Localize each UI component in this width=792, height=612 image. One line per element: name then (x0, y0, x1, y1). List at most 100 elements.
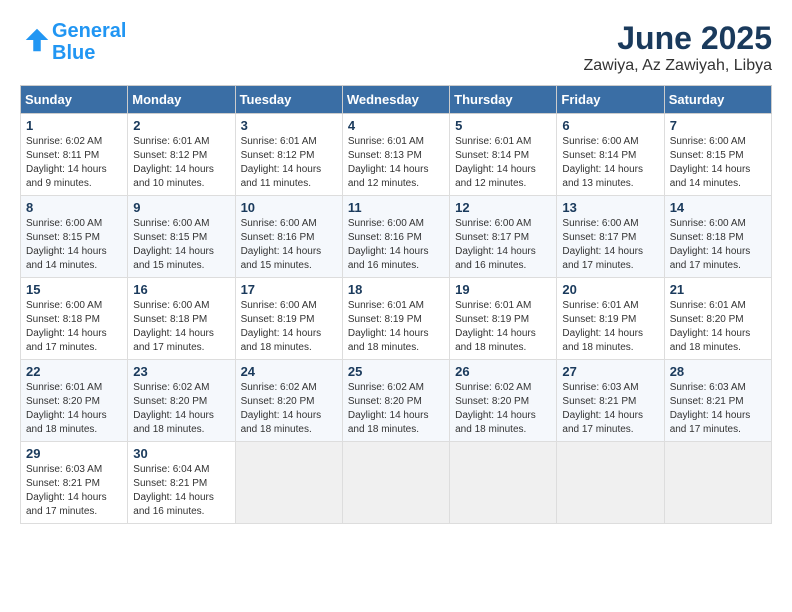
day-header-thursday: Thursday (450, 86, 557, 114)
calendar-cell (235, 442, 342, 524)
day-number: 18 (348, 282, 444, 297)
day-info: Sunrise: 6:01 AM Sunset: 8:14 PM Dayligh… (455, 135, 551, 191)
day-info: Sunrise: 6:00 AM Sunset: 8:15 PM Dayligh… (26, 217, 122, 273)
day-info: Sunrise: 6:02 AM Sunset: 8:20 PM Dayligh… (455, 381, 551, 437)
calendar-cell (450, 442, 557, 524)
calendar-cell: 27 Sunrise: 6:03 AM Sunset: 8:21 PM Dayli… (557, 360, 664, 442)
calendar-cell: 9 Sunrise: 6:00 AM Sunset: 8:15 PM Daylig… (128, 196, 235, 278)
day-number: 16 (133, 282, 229, 297)
calendar-cell: 4 Sunrise: 6:01 AM Sunset: 8:13 PM Daylig… (342, 114, 449, 196)
day-number: 28 (670, 364, 766, 379)
calendar-cell: 16 Sunrise: 6:00 AM Sunset: 8:18 PM Dayli… (128, 278, 235, 360)
day-info: Sunrise: 6:01 AM Sunset: 8:12 PM Dayligh… (241, 135, 337, 191)
day-info: Sunrise: 6:01 AM Sunset: 8:12 PM Dayligh… (133, 135, 229, 191)
day-number: 19 (455, 282, 551, 297)
day-number: 9 (133, 200, 229, 215)
calendar-cell: 25 Sunrise: 6:02 AM Sunset: 8:20 PM Dayli… (342, 360, 449, 442)
day-info: Sunrise: 6:03 AM Sunset: 8:21 PM Dayligh… (562, 381, 658, 437)
calendar-week-3: 15 Sunrise: 6:00 AM Sunset: 8:18 PM Dayli… (21, 278, 772, 360)
day-info: Sunrise: 6:01 AM Sunset: 8:13 PM Dayligh… (348, 135, 444, 191)
calendar-cell (664, 442, 771, 524)
calendar-cell: 19Sunrise: 6:01 AM Sunset: 8:19 PM Dayli… (450, 278, 557, 360)
calendar-cell: 1 Sunrise: 6:02 AM Sunset: 8:11 PM Daylig… (21, 114, 128, 196)
calendar-cell (557, 442, 664, 524)
calendar-cell: 13Sunrise: 6:00 AM Sunset: 8:17 PM Dayli… (557, 196, 664, 278)
day-info: Sunrise: 6:02 AM Sunset: 8:20 PM Dayligh… (241, 381, 337, 437)
day-number: 27 (562, 364, 658, 379)
calendar-week-2: 8 Sunrise: 6:00 AM Sunset: 8:15 PM Daylig… (21, 196, 772, 278)
calendar-cell: 10Sunrise: 6:00 AM Sunset: 8:16 PM Dayli… (235, 196, 342, 278)
day-number: 29 (26, 446, 122, 461)
day-number: 2 (133, 118, 229, 133)
calendar-cell: 21Sunrise: 6:01 AM Sunset: 8:20 PM Dayli… (664, 278, 771, 360)
day-info: Sunrise: 6:00 AM Sunset: 8:18 PM Dayligh… (133, 299, 229, 355)
calendar-cell: 22Sunrise: 6:01 AM Sunset: 8:20 PM Dayli… (21, 360, 128, 442)
calendar-cell: 7 Sunrise: 6:00 AM Sunset: 8:15 PM Daylig… (664, 114, 771, 196)
logo-line1: General (52, 20, 126, 42)
day-header-sunday: Sunday (21, 86, 128, 114)
day-number: 8 (26, 200, 122, 215)
day-number: 13 (562, 200, 658, 215)
logo: General Blue (20, 20, 126, 64)
day-info: Sunrise: 6:00 AM Sunset: 8:16 PM Dayligh… (241, 217, 337, 273)
calendar-cell: 3 Sunrise: 6:01 AM Sunset: 8:12 PM Daylig… (235, 114, 342, 196)
day-info: Sunrise: 6:00 AM Sunset: 8:16 PM Dayligh… (348, 217, 444, 273)
day-number: 22 (26, 364, 122, 379)
day-number: 5 (455, 118, 551, 133)
day-number: 15 (26, 282, 122, 297)
day-info: Sunrise: 6:02 AM Sunset: 8:20 PM Dayligh… (348, 381, 444, 437)
day-number: 1 (26, 118, 122, 133)
calendar-cell: 28 Sunrise: 6:03 AM Sunset: 8:21 PM Dayli… (664, 360, 771, 442)
day-number: 4 (348, 118, 444, 133)
calendar-header-row: SundayMondayTuesdayWednesdayThursdayFrid… (21, 86, 772, 114)
calendar-cell: 24 Sunrise: 6:02 AM Sunset: 8:20 PM Dayli… (235, 360, 342, 442)
calendar-cell: 12Sunrise: 6:00 AM Sunset: 8:17 PM Dayli… (450, 196, 557, 278)
day-number: 20 (562, 282, 658, 297)
day-number: 3 (241, 118, 337, 133)
calendar-week-5: 29 Sunrise: 6:03 AM Sunset: 8:21 PM Dayli… (21, 442, 772, 524)
title-block: June 2025 Zawiya, Az Zawiyah, Libya (583, 20, 772, 75)
day-header-saturday: Saturday (664, 86, 771, 114)
day-number: 23 (133, 364, 229, 379)
day-info: Sunrise: 6:01 AM Sunset: 8:20 PM Dayligh… (670, 299, 766, 355)
day-info: Sunrise: 6:03 AM Sunset: 8:21 PM Dayligh… (670, 381, 766, 437)
day-info: Sunrise: 6:01 AM Sunset: 8:19 PM Dayligh… (562, 299, 658, 355)
calendar-cell: 26Sunrise: 6:02 AM Sunset: 8:20 PM Dayli… (450, 360, 557, 442)
day-info: Sunrise: 6:01 AM Sunset: 8:19 PM Dayligh… (348, 299, 444, 355)
calendar-cell: 18 Sunrise: 6:01 AM Sunset: 8:19 PM Dayli… (342, 278, 449, 360)
day-header-friday: Friday (557, 86, 664, 114)
day-header-tuesday: Tuesday (235, 86, 342, 114)
calendar-cell: 17Sunrise: 6:00 AM Sunset: 8:19 PM Dayli… (235, 278, 342, 360)
day-number: 6 (562, 118, 658, 133)
day-info: Sunrise: 6:02 AM Sunset: 8:11 PM Dayligh… (26, 135, 122, 191)
day-info: Sunrise: 6:02 AM Sunset: 8:20 PM Dayligh… (133, 381, 229, 437)
day-info: Sunrise: 6:00 AM Sunset: 8:14 PM Dayligh… (562, 135, 658, 191)
day-number: 30 (133, 446, 229, 461)
day-info: Sunrise: 6:00 AM Sunset: 8:15 PM Dayligh… (670, 135, 766, 191)
day-number: 25 (348, 364, 444, 379)
day-header-monday: Monday (128, 86, 235, 114)
calendar-week-4: 22Sunrise: 6:01 AM Sunset: 8:20 PM Dayli… (21, 360, 772, 442)
calendar-cell: 23 Sunrise: 6:02 AM Sunset: 8:20 PM Dayli… (128, 360, 235, 442)
calendar-title: June 2025 (583, 20, 772, 57)
calendar-body: 1 Sunrise: 6:02 AM Sunset: 8:11 PM Daylig… (21, 114, 772, 524)
day-number: 24 (241, 364, 337, 379)
logo-line2: Blue (52, 42, 95, 64)
calendar-cell: 15 Sunrise: 6:00 AM Sunset: 8:18 PM Dayli… (21, 278, 128, 360)
day-info: Sunrise: 6:00 AM Sunset: 8:18 PM Dayligh… (670, 217, 766, 273)
calendar-cell: 5 Sunrise: 6:01 AM Sunset: 8:14 PM Daylig… (450, 114, 557, 196)
day-header-wednesday: Wednesday (342, 86, 449, 114)
calendar-cell: 2 Sunrise: 6:01 AM Sunset: 8:12 PM Daylig… (128, 114, 235, 196)
calendar-cell: 30Sunrise: 6:04 AM Sunset: 8:21 PM Dayli… (128, 442, 235, 524)
day-info: Sunrise: 6:00 AM Sunset: 8:15 PM Dayligh… (133, 217, 229, 273)
day-info: Sunrise: 6:03 AM Sunset: 8:21 PM Dayligh… (26, 463, 122, 519)
calendar-week-1: 1 Sunrise: 6:02 AM Sunset: 8:11 PM Daylig… (21, 114, 772, 196)
day-number: 14 (670, 200, 766, 215)
calendar-cell: 11 Sunrise: 6:00 AM Sunset: 8:16 PM Dayli… (342, 196, 449, 278)
day-number: 11 (348, 200, 444, 215)
day-info: Sunrise: 6:00 AM Sunset: 8:18 PM Dayligh… (26, 299, 122, 355)
calendar-cell: 14 Sunrise: 6:00 AM Sunset: 8:18 PM Dayli… (664, 196, 771, 278)
calendar-table: SundayMondayTuesdayWednesdayThursdayFrid… (20, 85, 772, 524)
calendar-cell: 20 Sunrise: 6:01 AM Sunset: 8:19 PM Dayli… (557, 278, 664, 360)
day-number: 7 (670, 118, 766, 133)
